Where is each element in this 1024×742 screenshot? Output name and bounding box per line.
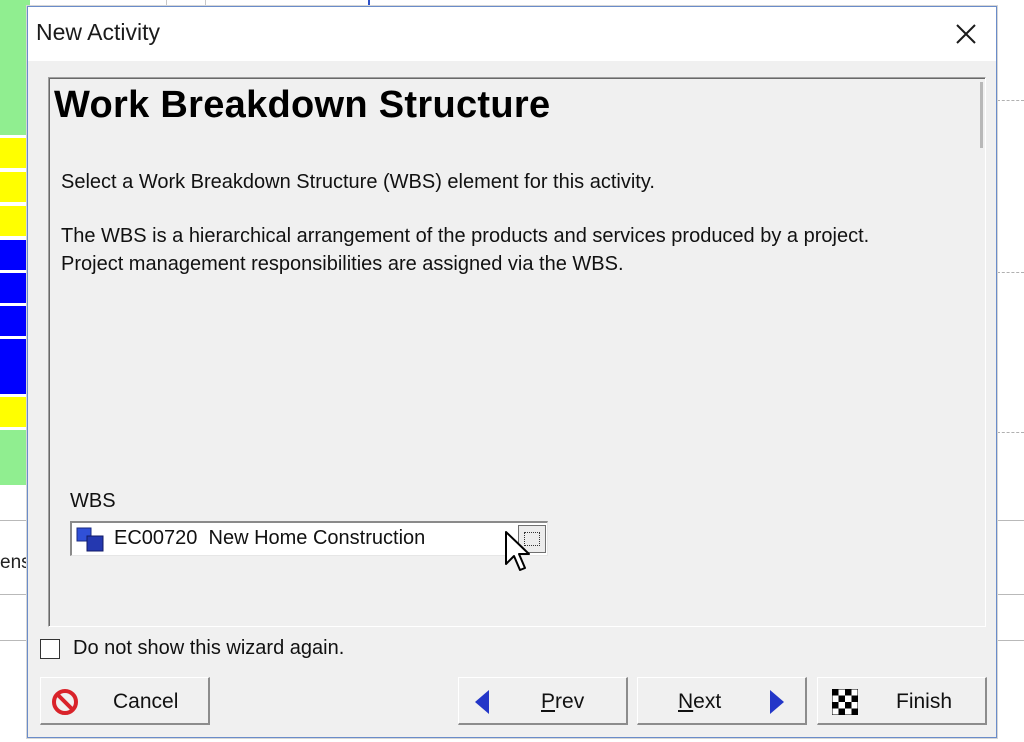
- grid-dashed-line: [997, 272, 1024, 273]
- page-heading: Work Breakdown Structure: [54, 84, 551, 126]
- finish-button[interactable]: Finish: [817, 677, 987, 725]
- gantt-bar-green: [0, 430, 30, 485]
- wbs-field[interactable]: EC00720 New Home Construction: [70, 521, 548, 556]
- cancel-label: Cancel: [113, 690, 179, 713]
- description-text: The WBS is a hierarchical arrangement of…: [61, 225, 870, 247]
- wizard-content-panel: Work Breakdown Structure Select a Work B…: [48, 77, 986, 627]
- gantt-bar-blue: [0, 368, 30, 394]
- close-button[interactable]: [940, 11, 992, 57]
- gantt-bar-yellow: [0, 397, 30, 427]
- grid-dashed-line: [997, 100, 1024, 101]
- prev-label: Prev: [541, 690, 585, 713]
- gantt-bar-blue: [0, 273, 30, 303]
- prev-button[interactable]: Prev: [458, 677, 628, 725]
- cancel-button[interactable]: Cancel: [40, 677, 210, 725]
- wbs-value: EC00720 New Home Construction: [114, 527, 426, 549]
- gantt-bar-green: [0, 0, 30, 135]
- description-text: Project management responsibilities are …: [61, 253, 624, 275]
- checkered-flag-icon: [832, 689, 858, 715]
- arrow-right-icon: [770, 690, 784, 714]
- panel-scrollbar[interactable]: [980, 82, 983, 148]
- next-button[interactable]: Next: [637, 677, 807, 725]
- gantt-bar-yellow: [0, 138, 30, 168]
- wbs-label: WBS: [70, 490, 116, 512]
- do-not-show-checkbox[interactable]: [40, 639, 60, 659]
- cancel-icon: [52, 689, 78, 715]
- grid-dashed-line: [997, 432, 1024, 433]
- dialog-title: New Activity: [36, 19, 160, 45]
- finish-label: Finish: [896, 690, 953, 713]
- title-bar[interactable]: New Activity: [28, 7, 996, 61]
- gantt-bar-yellow: [0, 206, 30, 236]
- next-label: Next: [678, 690, 722, 713]
- wbs-node-icon: [76, 527, 104, 552]
- gantt-bar-blue: [0, 306, 30, 336]
- arrow-left-icon: [475, 690, 489, 714]
- gantt-bar-blue: [0, 339, 30, 369]
- wbs-browse-button[interactable]: [518, 525, 546, 553]
- background-partial-label: ens: [0, 552, 28, 573]
- do-not-show-label[interactable]: Do not show this wizard again.: [73, 637, 344, 660]
- gantt-bar-blue: [0, 240, 30, 270]
- description-text: Select a Work Breakdown Structure (WBS) …: [61, 171, 655, 193]
- browse-icon: [524, 532, 540, 546]
- gantt-bar-yellow: [0, 172, 30, 202]
- close-icon: [956, 24, 976, 44]
- new-activity-dialog: New Activity Work Breakdown Structure Se…: [27, 6, 997, 738]
